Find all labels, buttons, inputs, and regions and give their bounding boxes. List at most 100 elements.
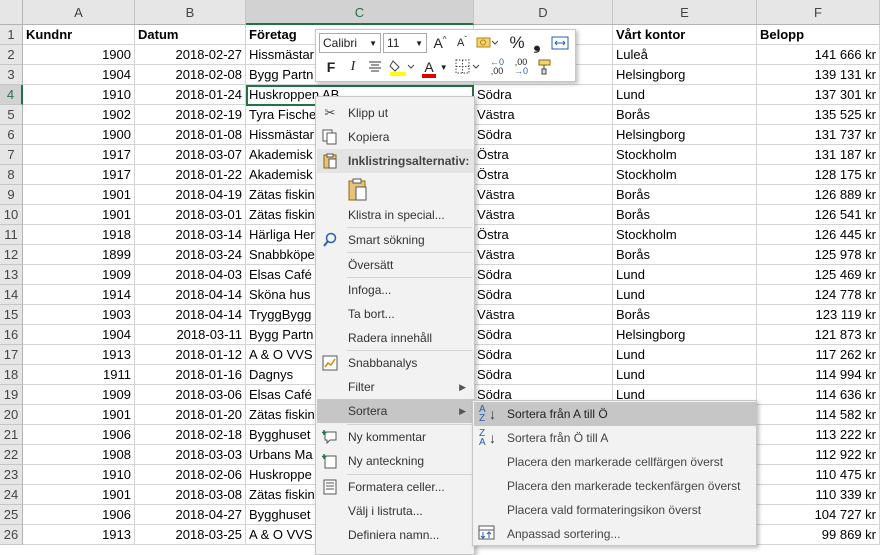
row-header-22[interactable]: 22 bbox=[0, 445, 23, 465]
cell-f18[interactable]: 114 994 kr bbox=[757, 365, 880, 385]
row-header-10[interactable]: 10 bbox=[0, 205, 23, 225]
cell-b4[interactable]: 2018-01-24 bbox=[135, 85, 246, 105]
row-header-1[interactable]: 1 bbox=[0, 25, 23, 45]
cell-f17[interactable]: 117 262 kr bbox=[757, 345, 880, 365]
increase-font-size-button[interactable]: A ^ bbox=[430, 33, 450, 53]
row-header-2[interactable]: 2 bbox=[0, 45, 23, 65]
column-header-e[interactable]: E bbox=[613, 0, 757, 25]
cell-b2[interactable]: 2018-02-27 bbox=[135, 45, 246, 65]
cell-e4[interactable]: Lund bbox=[613, 85, 757, 105]
cell-b11[interactable]: 2018-03-14 bbox=[135, 225, 246, 245]
font-size-select[interactable]: 11 ▼ bbox=[383, 33, 427, 53]
cell-b7[interactable]: 2018-03-07 bbox=[135, 145, 246, 165]
cell-b9[interactable]: 2018-04-19 bbox=[135, 185, 246, 205]
row-header-23[interactable]: 23 bbox=[0, 465, 23, 485]
sort-a-to-z-item[interactable]: A Z ↓ Sortera från A till Ö bbox=[474, 402, 756, 426]
row-header-12[interactable]: 12 bbox=[0, 245, 23, 265]
cell-f4[interactable]: 137 301 kr bbox=[757, 85, 880, 105]
cell-e18[interactable]: Lund bbox=[613, 365, 757, 385]
row-header-9[interactable]: 9 bbox=[0, 185, 23, 205]
row-header-20[interactable]: 20 bbox=[0, 405, 23, 425]
row-header-6[interactable]: 6 bbox=[0, 125, 23, 145]
cell-b22[interactable]: 2018-03-03 bbox=[135, 445, 246, 465]
row-header-4[interactable]: 4 bbox=[0, 85, 23, 105]
menu-item-insert[interactable]: Infoga... bbox=[317, 278, 474, 302]
cell-d14[interactable]: Södra bbox=[474, 285, 613, 305]
menu-item-filter[interactable]: Filter ▶ bbox=[317, 375, 474, 399]
cell-e11[interactable]: Stockholm bbox=[613, 225, 757, 245]
cell-a14[interactable]: 1914 bbox=[23, 285, 135, 305]
paste-button[interactable] bbox=[317, 175, 474, 203]
cell-b8[interactable]: 2018-01-22 bbox=[135, 165, 246, 185]
column-header-a[interactable]: A bbox=[23, 0, 135, 25]
cell-e6[interactable]: Helsingborg bbox=[613, 125, 757, 145]
bold-button[interactable]: F bbox=[322, 57, 340, 77]
header-cell-a[interactable]: Kundnr bbox=[23, 25, 135, 45]
row-header-3[interactable]: 3 bbox=[0, 65, 23, 85]
custom-sort-item[interactable]: Anpassad sortering... bbox=[474, 522, 756, 546]
cell-d13[interactable]: Södra bbox=[474, 265, 613, 285]
cell-d8[interactable]: Östra bbox=[474, 165, 613, 185]
cell-e7[interactable]: Stockholm bbox=[613, 145, 757, 165]
menu-item-cut[interactable]: ✂ Klipp ut bbox=[317, 101, 474, 125]
cell-a6[interactable]: 1900 bbox=[23, 125, 135, 145]
menu-item-copy[interactable]: Kopiera bbox=[317, 125, 474, 149]
cell-f25[interactable]: 104 727 kr bbox=[757, 505, 880, 525]
sort-z-to-a-item[interactable]: Z A ↓ Sortera från Ö till A bbox=[474, 426, 756, 450]
cell-a21[interactable]: 1906 bbox=[23, 425, 135, 445]
cell-b18[interactable]: 2018-01-16 bbox=[135, 365, 246, 385]
column-header-d[interactable]: D bbox=[474, 0, 613, 25]
row-header-21[interactable]: 21 bbox=[0, 425, 23, 445]
font-name-select[interactable]: Calibri ▼ bbox=[319, 33, 381, 53]
cell-a16[interactable]: 1904 bbox=[23, 325, 135, 345]
cell-f20[interactable]: 114 582 kr bbox=[757, 405, 880, 425]
header-cell-f[interactable]: Belopp bbox=[757, 25, 880, 45]
cell-f10[interactable]: 126 541 kr bbox=[757, 205, 880, 225]
cell-d4[interactable]: Södra bbox=[474, 85, 613, 105]
sort-format-icon-item[interactable]: Placera vald formateringsikon överst bbox=[474, 498, 756, 522]
cell-a25[interactable]: 1906 bbox=[23, 505, 135, 525]
comma-style-button[interactable]: ❟ bbox=[529, 33, 545, 53]
cell-e5[interactable]: Borås bbox=[613, 105, 757, 125]
menu-item-new-note[interactable]: Ny anteckning bbox=[317, 449, 474, 473]
cell-f2[interactable]: 141 666 kr bbox=[757, 45, 880, 65]
cell-a9[interactable]: 1901 bbox=[23, 185, 135, 205]
merge-center-button[interactable] bbox=[550, 33, 570, 53]
cell-a10[interactable]: 1901 bbox=[23, 205, 135, 225]
cell-f16[interactable]: 121 873 kr bbox=[757, 325, 880, 345]
cell-a24[interactable]: 1901 bbox=[23, 485, 135, 505]
decrease-decimal-button[interactable]: ←0,00 bbox=[486, 57, 508, 77]
cell-f26[interactable]: 99 869 kr bbox=[757, 525, 880, 545]
cell-b14[interactable]: 2018-04-14 bbox=[135, 285, 246, 305]
header-cell-b[interactable]: Datum bbox=[135, 25, 246, 45]
cell-a5[interactable]: 1902 bbox=[23, 105, 135, 125]
cell-b13[interactable]: 2018-04-03 bbox=[135, 265, 246, 285]
column-header-c[interactable]: C bbox=[246, 0, 474, 25]
cell-a7[interactable]: 1917 bbox=[23, 145, 135, 165]
cell-f3[interactable]: 139 131 kr bbox=[757, 65, 880, 85]
cell-e2[interactable]: Luleå bbox=[613, 45, 757, 65]
cell-d11[interactable]: Östra bbox=[474, 225, 613, 245]
menu-item-new-comment[interactable]: Ny kommentar bbox=[317, 425, 474, 449]
row-header-7[interactable]: 7 bbox=[0, 145, 23, 165]
cell-f8[interactable]: 128 175 kr bbox=[757, 165, 880, 185]
cell-f21[interactable]: 113 222 kr bbox=[757, 425, 880, 445]
fill-color-button[interactable] bbox=[388, 57, 416, 77]
cell-e9[interactable]: Borås bbox=[613, 185, 757, 205]
menu-item-define-name[interactable]: Definiera namn... bbox=[317, 523, 474, 547]
cell-e17[interactable]: Lund bbox=[613, 345, 757, 365]
cell-a3[interactable]: 1904 bbox=[23, 65, 135, 85]
cell-b19[interactable]: 2018-03-06 bbox=[135, 385, 246, 405]
cell-b5[interactable]: 2018-02-19 bbox=[135, 105, 246, 125]
menu-item-pick-from-list[interactable]: Välj i listruta... bbox=[317, 499, 474, 523]
menu-item-format-cells[interactable]: Formatera celler... bbox=[317, 475, 474, 499]
cell-a26[interactable]: 1913 bbox=[23, 525, 135, 545]
cell-f12[interactable]: 125 978 kr bbox=[757, 245, 880, 265]
decrease-font-size-button[interactable]: Aˇ bbox=[452, 33, 472, 53]
cell-a8[interactable]: 1917 bbox=[23, 165, 135, 185]
cell-d5[interactable]: Västra bbox=[474, 105, 613, 125]
cell-f5[interactable]: 135 525 kr bbox=[757, 105, 880, 125]
cell-b23[interactable]: 2018-02-06 bbox=[135, 465, 246, 485]
cell-d16[interactable]: Södra bbox=[474, 325, 613, 345]
row-header-14[interactable]: 14 bbox=[0, 285, 23, 305]
